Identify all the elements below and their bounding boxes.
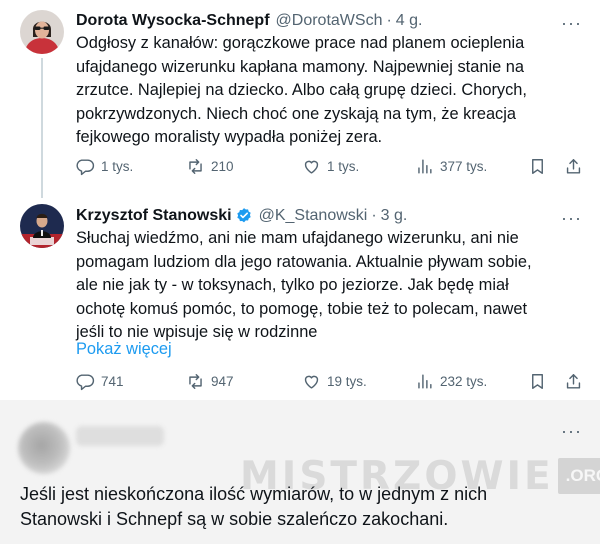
tweet-text-line: fejkowego moralisty wypadła poniżej zera… <box>76 128 383 146</box>
tweet-text-line: Słuchaj wiedźmo, ani nie mam ufajdanego … <box>76 229 519 247</box>
repost-button[interactable]: 210 <box>186 157 234 176</box>
verified-badge-icon <box>236 208 251 223</box>
views-icon <box>418 159 432 174</box>
reply-button[interactable]: 741 <box>76 372 124 391</box>
tweet-text-line: zrzutce. Najlepiej na dziecko. Albo całą… <box>76 81 527 99</box>
more-options-icon[interactable]: ··· <box>561 14 582 32</box>
bookmark-button[interactable] <box>528 157 553 176</box>
reply-icon <box>76 159 95 176</box>
like-count: 19 tys. <box>327 374 367 389</box>
like-count: 1 tys. <box>327 159 360 174</box>
reply-button[interactable]: 1 tys. <box>76 157 133 176</box>
author-name[interactable]: Krzysztof Stanowski <box>76 207 232 225</box>
tweet-actions: 1 tys. 210 1 tys. 377 tys. <box>76 157 588 181</box>
reply-count: 1 tys. <box>101 159 134 174</box>
bookmark-icon <box>532 374 543 389</box>
tweet-text-line: ochotę komuś pomóc, to pomogę, tobie też… <box>76 299 527 318</box>
repost-icon <box>189 374 202 389</box>
like-icon <box>304 375 319 389</box>
avatar-stanowski-image <box>20 204 64 248</box>
tweet-text: Odgłosy z kanałów: gorączkowe prace nad … <box>76 32 586 150</box>
tweet-stanowski[interactable]: Krzysztof Stanowski @K_Stanowski · 3 g. … <box>0 196 600 400</box>
tweet-text-line: ufajdanego wizerunku kapłana mamony. Naj… <box>76 57 524 76</box>
post-anonymous[interactable]: ··· MISTRZOWIE .ORG Jeśli jest nieskończ… <box>0 400 600 544</box>
views-button[interactable]: 377 tys. <box>415 157 487 176</box>
bookmark-icon <box>532 159 543 174</box>
view-count: 377 tys. <box>440 159 488 174</box>
tweet-actions: 741 947 19 tys. 232 tys. <box>76 372 588 396</box>
tweet-header: Krzysztof Stanowski @K_Stanowski · 3 g. <box>76 205 407 227</box>
avatar-stanowski[interactable] <box>20 204 64 248</box>
like-button[interactable]: 1 tys. <box>302 157 359 176</box>
show-more-link[interactable]: Pokaż więcej <box>76 340 172 359</box>
post-text: Jeśli jest nieskończona ilość wymiarów, … <box>20 482 487 532</box>
separator-dot: · <box>371 207 377 224</box>
separator-dot: · <box>386 12 392 29</box>
like-icon <box>304 160 319 174</box>
avatar-dorota-image <box>20 10 64 54</box>
bookmark-button[interactable] <box>528 372 553 391</box>
tweet-text-line: pomagam ludziom dla jego ratowania. Aktu… <box>76 252 532 271</box>
repost-count: 210 <box>211 159 234 174</box>
more-options-icon[interactable]: ··· <box>561 209 582 227</box>
share-button[interactable] <box>564 157 589 176</box>
post-text-line: Jeśli jest nieskończona ilość wymiarów, … <box>20 484 488 504</box>
reply-count: 741 <box>101 374 124 389</box>
reply-icon <box>76 374 95 391</box>
tweet-text-line: pokrzywdzonych. Niech choć one zyskają n… <box>76 104 517 123</box>
watermark-suffix: .ORG <box>557 458 600 494</box>
author-handle[interactable]: @K_Stanowski <box>259 207 368 225</box>
tweet-text-line: Odgłosy z kanałów: gorączkowe prace nad … <box>76 34 525 52</box>
blurred-author-name <box>76 426 164 446</box>
tweet-text: Słuchaj wiedźmo, ani nie mam ufajdanego … <box>76 227 586 345</box>
author-handle[interactable]: @DorotaWSch <box>276 12 383 30</box>
repost-icon <box>189 159 202 174</box>
more-options-icon[interactable]: ··· <box>561 422 582 440</box>
author-name[interactable]: Dorota Wysocka-Schnepf <box>76 12 270 30</box>
share-icon <box>566 159 581 174</box>
tweet-header: Dorota Wysocka-Schnepf @DorotaWSch · 4 g… <box>76 10 422 32</box>
share-button[interactable] <box>564 372 589 391</box>
blurred-avatar <box>18 422 70 474</box>
post-text-line: Stanowski i Schnepf są w sobie szaleńczo… <box>20 509 449 529</box>
views-icon <box>418 374 432 389</box>
tweet-text-line: ale nie jak ty - w toksynach, tylko po j… <box>76 276 509 294</box>
repost-count: 947 <box>211 374 234 389</box>
views-button[interactable]: 232 tys. <box>415 372 487 391</box>
tweet-timestamp[interactable]: 4 g. <box>396 12 423 30</box>
share-icon <box>566 374 581 389</box>
tweet-dorota[interactable]: Dorota Wysocka-Schnepf @DorotaWSch · 4 g… <box>0 0 600 196</box>
repost-button[interactable]: 947 <box>186 372 234 391</box>
view-count: 232 tys. <box>440 374 488 389</box>
like-button[interactable]: 19 tys. <box>302 372 367 391</box>
avatar-dorota[interactable] <box>20 10 64 54</box>
tweet-timestamp[interactable]: 3 g. <box>381 207 408 225</box>
